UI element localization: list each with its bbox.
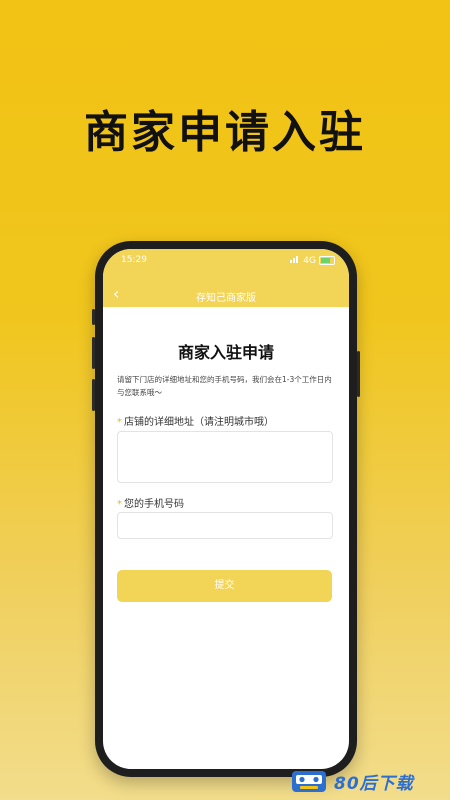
required-marker: * xyxy=(117,499,122,510)
submit-button[interactable]: 提交 xyxy=(117,570,332,602)
status-time: 15:29 xyxy=(121,255,147,265)
phone-label: * 您的手机号码 xyxy=(117,495,184,510)
volume-up-button xyxy=(92,337,95,369)
cassette-logo-icon xyxy=(290,768,328,794)
address-label: * 店铺的详细地址（请注明城市哦） xyxy=(117,413,274,428)
mute-switch xyxy=(92,309,95,325)
phone-label-text: 您的手机号码 xyxy=(124,499,184,510)
nav-title: 存知己商家版 xyxy=(196,293,256,304)
power-button xyxy=(357,351,360,397)
form-title: 商家入驻申请 xyxy=(177,343,274,362)
watermark: 80后下载 xyxy=(290,768,414,794)
phone-input[interactable] xyxy=(117,512,333,539)
volume-down-button xyxy=(92,379,95,411)
watermark-text: 80后下载 xyxy=(334,773,414,794)
address-input[interactable] xyxy=(117,431,333,483)
signal-icon xyxy=(290,255,300,266)
app-screen: 15:29 4G ‹ 存知己商家版 商家入驻申请 请留下门店的详细地址和您的手机… xyxy=(103,249,349,769)
phone-frame: 15:29 4G ‹ 存知己商家版 商家入驻申请 请留下门店的详细地址和您的手机… xyxy=(92,241,360,777)
status-right: 4G xyxy=(290,255,335,266)
required-marker: * xyxy=(117,417,122,428)
promo-headline: 商家申请入驻 xyxy=(84,107,366,158)
battery-icon xyxy=(319,256,335,265)
app-header: 15:29 4G ‹ 存知己商家版 xyxy=(103,249,349,307)
network-label: 4G xyxy=(303,255,316,266)
navigation-bar: ‹ 存知己商家版 xyxy=(103,284,349,305)
status-bar: 15:29 4G xyxy=(103,255,349,269)
address-label-text: 店铺的详细地址（请注明城市哦） xyxy=(124,417,274,428)
form-description: 请留下门店的详细地址和您的手机号码，我们会在1-3个工作日内与您联系哦～ xyxy=(117,375,332,397)
